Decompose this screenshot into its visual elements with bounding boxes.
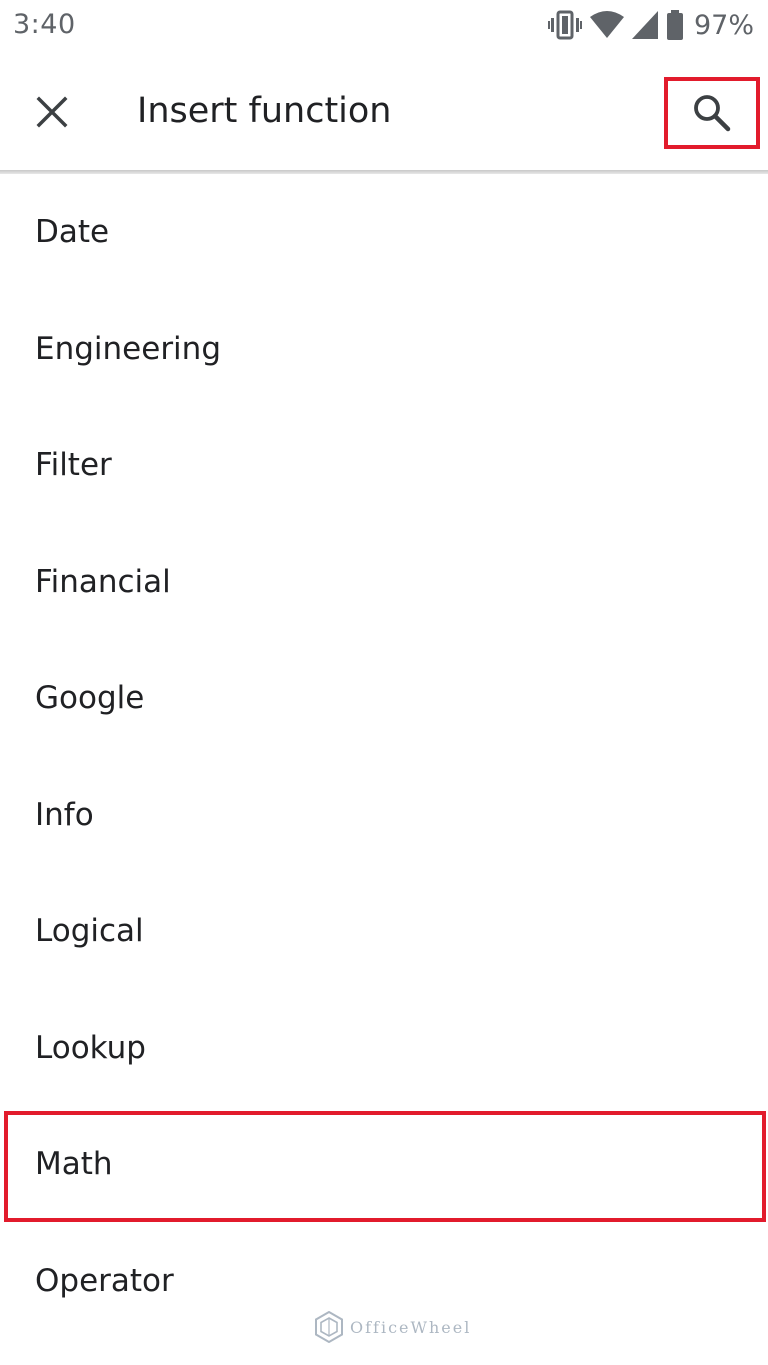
category-item-info[interactable]: Info (0, 757, 768, 874)
signal-icon (631, 11, 658, 39)
wifi-icon (589, 11, 624, 38)
battery-icon (666, 10, 683, 40)
category-label: Info (35, 796, 94, 833)
search-button[interactable] (664, 77, 760, 149)
category-item-filter[interactable]: Filter (0, 407, 768, 524)
category-label: Google (35, 680, 145, 717)
status-icons: 97% (547, 8, 754, 42)
close-icon (36, 96, 68, 128)
page-title: Insert function (137, 91, 392, 131)
category-label: Operator (35, 1262, 174, 1299)
function-category-list: Date Engineering Filter Financial Google… (0, 174, 768, 1339)
officewheel-logo-icon (315, 1311, 343, 1343)
category-label: Date (35, 214, 110, 251)
search-icon (694, 95, 731, 132)
category-label: Engineering (35, 330, 221, 367)
category-item-google[interactable]: Google (0, 640, 768, 757)
category-label: Lookup (35, 1029, 146, 1066)
vibrate-icon (547, 10, 582, 40)
battery-percent: 97% (693, 9, 754, 41)
category-item-lookup[interactable]: Lookup (0, 990, 768, 1107)
category-item-engineering[interactable]: Engineering (0, 291, 768, 408)
category-label: Logical (35, 913, 144, 950)
watermark: OfficeWheel (314, 1310, 471, 1344)
category-item-logical[interactable]: Logical (0, 873, 768, 990)
category-label: Financial (35, 563, 171, 600)
category-item-math[interactable]: Math (0, 1106, 768, 1223)
status-time: 3:40 (13, 9, 76, 40)
close-button[interactable] (22, 82, 82, 142)
category-label: Filter (35, 447, 112, 484)
category-item-financial[interactable]: Financial (0, 524, 768, 641)
app-bar: Insert function (0, 54, 768, 170)
watermark-text: OfficeWheel (350, 1317, 472, 1337)
category-label: Math (35, 1146, 113, 1183)
category-item-date[interactable]: Date (0, 174, 768, 291)
status-bar: 3:40 97% (0, 0, 768, 54)
